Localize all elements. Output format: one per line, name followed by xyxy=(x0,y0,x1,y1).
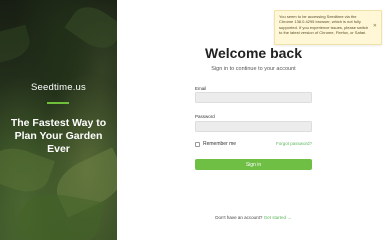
password-field[interactable] xyxy=(195,121,312,132)
close-icon[interactable]: ✕ xyxy=(373,24,377,29)
browser-warning-message: You seem to be accessing Seedtime via th… xyxy=(279,14,369,35)
email-field[interactable] xyxy=(195,92,312,103)
brand-divider xyxy=(47,102,69,104)
get-started-link[interactable]: Get started → xyxy=(264,215,292,220)
hero-panel: Seedtime.us The Fastest Way to Plan Your… xyxy=(0,0,117,240)
remember-checkbox[interactable] xyxy=(195,141,200,147)
signup-prompt: Don't have an account? xyxy=(215,215,263,220)
password-label: Password xyxy=(195,114,215,119)
page-subtitle: Sign in to continue to your account xyxy=(211,66,296,72)
remember-label[interactable]: Remember me xyxy=(203,141,236,147)
brand-tagline: The Fastest Way to Plan Your Garden Ever xyxy=(10,117,107,155)
sign-in-button[interactable]: Sign in xyxy=(195,159,312,170)
remember-row: Remember me Forgot password? xyxy=(195,141,312,148)
page-title: Welcome back xyxy=(204,45,302,61)
email-label: Email xyxy=(195,86,207,91)
browser-warning-toast: You seem to be accessing Seedtime via th… xyxy=(274,10,382,45)
brand-name: Seedtime.us xyxy=(30,82,86,93)
forgot-password-link[interactable]: Forgot password? xyxy=(276,141,312,146)
signup-prompt-row: Don't have an account? Get started → xyxy=(117,215,390,220)
